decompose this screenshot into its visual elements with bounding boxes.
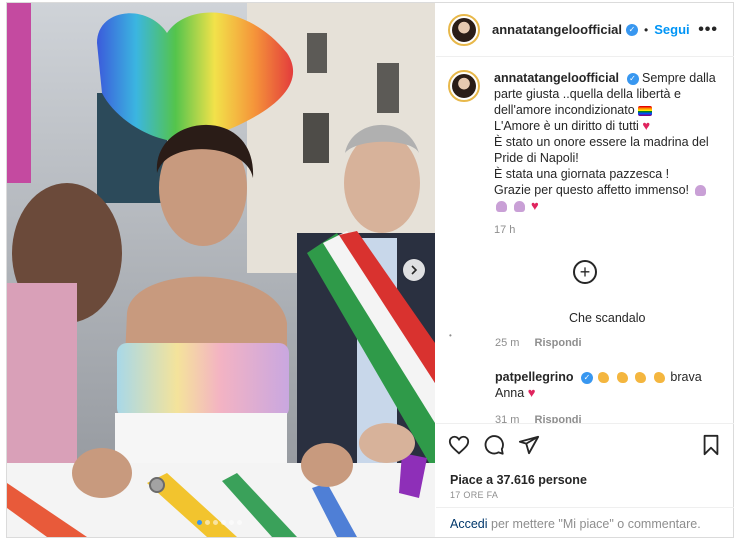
heart-emoji-icon: ♥ [530, 198, 539, 213]
avatar[interactable] [448, 70, 480, 102]
carousel-dot [213, 520, 218, 525]
person-emoji-icon [514, 201, 526, 213]
carousel-dot [237, 520, 242, 525]
rainbow-flag-icon [638, 105, 653, 116]
caption-username[interactable]: annatatangeloofficial [494, 71, 619, 85]
person-emoji-icon [694, 185, 706, 197]
separator-dot: • [644, 22, 649, 37]
comment: patpellegrino ✓ brava Anna ♥ 31 m Rispon… [495, 370, 725, 423]
comment: Che scandalo 25 m Rispondi [495, 311, 725, 349]
heart-emoji-icon: ♥ [527, 385, 536, 400]
post-header: annatatangeloofficial ✓ • Segui ••• [436, 3, 734, 57]
share-icon[interactable] [518, 434, 540, 456]
plus-circle-icon[interactable]: + [573, 260, 597, 284]
comment-text: Che scandalo [569, 311, 646, 325]
caption-line: È stata una giornata pazzesca ! [494, 167, 670, 181]
caption-timestamp: 17 h [494, 224, 516, 236]
comment-meta: 25 m Rispondi [495, 337, 725, 349]
carousel-dot [205, 520, 210, 525]
likes-count[interactable]: Piace a 37.616 persone [450, 473, 587, 487]
clap-emoji-icon [616, 372, 628, 384]
action-bar [436, 423, 734, 463]
verified-badge-icon: ✓ [580, 371, 593, 384]
login-link[interactable]: Accedi [450, 517, 488, 531]
heart-icon[interactable] [448, 434, 470, 456]
login-prompt-text: per mettere "Mi piace" o commentare. [491, 517, 701, 531]
follow-button[interactable]: Segui [654, 22, 689, 37]
post-timestamp: 17 ORE FA [450, 490, 499, 500]
comment-indicator: • [449, 331, 452, 340]
comment-time: 31 m [495, 414, 520, 423]
carousel-dot [229, 520, 234, 525]
caption-line: È stato un onore essere la madrina del P… [494, 135, 709, 165]
more-options-icon[interactable]: ••• [698, 21, 718, 39]
reply-button[interactable]: Rispondi [535, 414, 582, 423]
post-container: annatatangeloofficial ✓ • Segui ••• anna… [6, 2, 734, 538]
chevron-right-icon [411, 265, 418, 275]
reply-button[interactable]: Rispondi [535, 337, 582, 349]
clap-emoji-icon [653, 372, 665, 384]
avatar[interactable] [448, 13, 480, 46]
caption: annatatangeloofficial ✓ Sempre dalla par… [448, 70, 728, 238]
carousel-dot [197, 520, 202, 525]
post-photo[interactable] [7, 3, 435, 537]
person-emoji-icon [496, 201, 507, 213]
author-username[interactable]: annatatangeloofficial [492, 22, 622, 37]
carousel-dots [197, 520, 242, 525]
comment-icon[interactable] [483, 434, 505, 456]
comment-time: 25 m [495, 337, 520, 349]
caption-line: L'Amore è un diritto di tutti [494, 119, 639, 133]
post-side-panel: annatatangeloofficial ✓ • Segui ••• anna… [436, 3, 734, 537]
comment-meta: 31 m Rispondi [495, 413, 725, 423]
caption-line: Grazie per questo affetto immenso! [494, 183, 690, 197]
comments-section[interactable]: annatatangeloofficial ✓ Sempre dalla par… [436, 58, 734, 423]
comment-username[interactable]: patpellegrino [495, 370, 573, 384]
photo-illustration [7, 3, 435, 537]
carousel-dot [221, 520, 226, 525]
clap-emoji-icon [635, 372, 647, 384]
add-comment-bar: Accedi per mettere "Mi piace" o commenta… [436, 507, 734, 537]
verified-badge-icon: ✓ [626, 72, 639, 85]
next-slide-button[interactable] [403, 259, 425, 281]
verified-badge-icon: ✓ [626, 23, 639, 36]
heart-emoji-icon: ♥ [642, 118, 651, 133]
clap-emoji-icon [598, 372, 610, 384]
bookmark-icon[interactable] [700, 434, 722, 456]
